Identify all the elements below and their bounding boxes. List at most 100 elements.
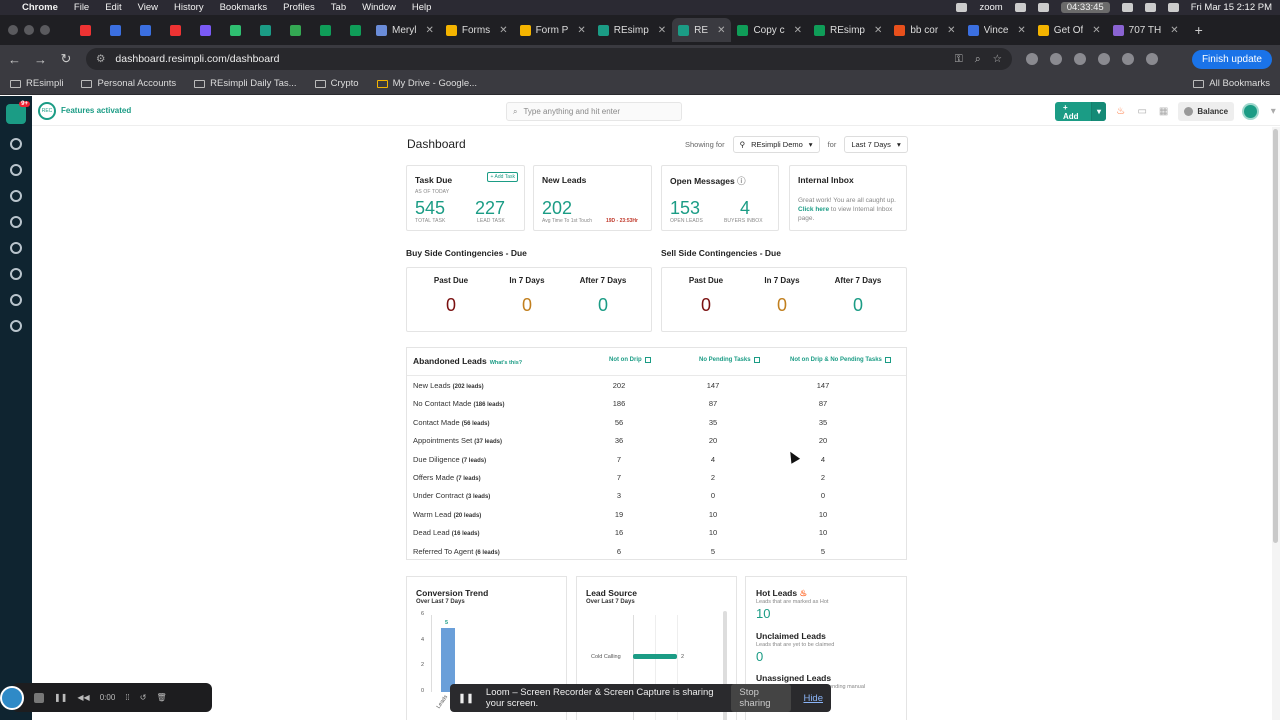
- info-icon[interactable]: ⓘ: [737, 176, 746, 186]
- column-not-on-drip[interactable]: Not on Drip: [609, 357, 651, 363]
- pinned-tab[interactable]: [220, 19, 250, 41]
- pinned-tab[interactable]: [130, 19, 160, 41]
- browser-tab[interactable]: bb cor ✕: [888, 18, 961, 42]
- global-search-input[interactable]: ⌕ Type anything and hit enter: [506, 102, 682, 121]
- reload-button[interactable]: ↻: [60, 51, 72, 67]
- cell-value[interactable]: 2: [803, 473, 843, 482]
- bookmark-resimpli[interactable]: REsimpli: [10, 78, 63, 89]
- hot-leads-value[interactable]: 10: [756, 606, 770, 621]
- url-text[interactable]: dashboard.resimpli.com/dashboard: [115, 53, 279, 65]
- extension-icon[interactable]: [1014, 3, 1026, 12]
- pinned-tab[interactable]: [280, 19, 310, 41]
- close-tab-icon[interactable]: ✕: [794, 25, 802, 36]
- click-here-link[interactable]: Click here: [798, 206, 829, 213]
- minimize-window-icon[interactable]: [24, 25, 34, 35]
- back-button[interactable]: ←: [8, 52, 21, 67]
- close-tab-icon[interactable]: ✕: [658, 25, 666, 36]
- menu-profiles[interactable]: Profiles: [283, 2, 315, 13]
- money-nav-icon[interactable]: [10, 320, 22, 332]
- close-tab-icon[interactable]: ✕: [1170, 25, 1178, 36]
- sidebar-icon[interactable]: [1122, 53, 1134, 65]
- control-center-icon[interactable]: [1167, 3, 1179, 12]
- marketing-nav-icon[interactable]: [10, 164, 22, 176]
- browser-tab[interactable]: Form P ✕: [514, 18, 592, 42]
- date-range-select[interactable]: Last 7 Days ▾: [844, 136, 908, 153]
- finish-update-button[interactable]: Finish update: [1191, 49, 1272, 69]
- open-messages-card[interactable]: Open Messages ⓘ 153 OPEN LEADS 4 BUYERS …: [661, 165, 779, 231]
- close-tab-icon[interactable]: ✕: [1092, 25, 1100, 36]
- cell-value[interactable]: 4: [693, 455, 733, 464]
- user-avatar[interactable]: [1242, 103, 1259, 120]
- buy-after-7-days[interactable]: After 7 Days 0: [563, 276, 643, 316]
- close-tab-icon[interactable]: ✕: [1017, 25, 1025, 36]
- cell-value[interactable]: 19: [599, 510, 639, 519]
- features-badge-icon[interactable]: REC: [38, 101, 56, 120]
- cell-value[interactable]: 10: [693, 510, 733, 519]
- trash-icon[interactable]: 🗑: [156, 693, 166, 702]
- account-select[interactable]: ⚲ REsimpli Demo ▾: [732, 136, 820, 153]
- cell-value[interactable]: 87: [693, 399, 733, 408]
- table-row[interactable]: Offers Made (7 leads) 7 2 2: [407, 469, 908, 487]
- battery-icon[interactable]: [1144, 3, 1156, 12]
- table-row[interactable]: Under Contract (3 leads) 3 0 0: [407, 487, 908, 505]
- menu-view[interactable]: View: [138, 2, 158, 13]
- cell-value[interactable]: 0: [803, 491, 843, 500]
- pinned-tab[interactable]: [190, 19, 220, 41]
- lead-source-bar-cold-calling[interactable]: [633, 654, 677, 659]
- menu-bookmarks[interactable]: Bookmarks: [220, 2, 268, 13]
- table-row[interactable]: No Contact Made (186 leads) 186 87 87: [407, 395, 908, 413]
- balance-button[interactable]: Balance: [1178, 102, 1235, 121]
- close-tab-icon[interactable]: ✕: [874, 25, 882, 36]
- close-tab-icon[interactable]: ✕: [499, 25, 507, 36]
- pinned-tab[interactable]: [70, 19, 100, 41]
- cell-value[interactable]: 0: [693, 491, 733, 500]
- unclaimed-leads-value[interactable]: 0: [756, 649, 763, 664]
- pinned-tab[interactable]: [160, 19, 190, 41]
- cell-value[interactable]: 147: [803, 381, 843, 390]
- bookmark-star-icon[interactable]: ☆: [993, 53, 1002, 66]
- all-bookmarks[interactable]: All Bookmarks: [1193, 78, 1270, 89]
- home-nav-icon[interactable]: [10, 216, 22, 228]
- sell-after-7-days[interactable]: After 7 Days 0: [818, 276, 898, 316]
- menu-tab[interactable]: Tab: [331, 2, 346, 13]
- open-leads-value[interactable]: 153: [670, 199, 700, 217]
- cell-value[interactable]: 2: [693, 473, 733, 482]
- table-row[interactable]: Dead Lead (16 leads) 16 10 10: [407, 524, 908, 542]
- sell-past-due[interactable]: Past Due 0: [666, 276, 746, 316]
- close-tab-icon[interactable]: ✕: [717, 25, 725, 36]
- clock[interactable]: Fri Mar 15 2:12 PM: [1191, 2, 1272, 13]
- table-row[interactable]: Due Diligence (7 leads) 7 4 4: [407, 451, 908, 469]
- pinned-tab[interactable]: [340, 19, 370, 41]
- cell-value[interactable]: 7: [599, 473, 639, 482]
- password-key-icon[interactable]: ⚿: [955, 53, 963, 66]
- table-row[interactable]: Referred To Agent (6 leads) 6 5 5: [407, 543, 908, 561]
- cell-value[interactable]: 36: [599, 436, 639, 445]
- leads-nav-icon[interactable]: [10, 190, 22, 202]
- add-button[interactable]: + Add ▾: [1055, 102, 1107, 121]
- column-no-pending-tasks[interactable]: No Pending Tasks: [699, 357, 760, 363]
- new-leads-value[interactable]: 202: [542, 199, 572, 217]
- zoom-status[interactable]: zoom: [979, 2, 1002, 13]
- cell-value[interactable]: 87: [803, 399, 843, 408]
- cell-value[interactable]: 147: [693, 381, 733, 390]
- loom-camera-bubble[interactable]: [0, 685, 24, 710]
- tasks-nav-icon[interactable]: [10, 242, 22, 254]
- rewind-icon[interactable]: ◀◀: [77, 693, 89, 702]
- browser-tab[interactable]: Vince ✕: [962, 18, 1032, 42]
- menu-edit[interactable]: Edit: [105, 2, 121, 13]
- bookmark-my-drive[interactable]: My Drive - Google...: [376, 78, 477, 89]
- pinned-tab[interactable]: [310, 19, 340, 41]
- cell-value[interactable]: 4: [803, 455, 843, 464]
- close-tab-icon[interactable]: ✕: [577, 25, 585, 36]
- cell-value[interactable]: 16: [599, 528, 639, 537]
- fire-icon[interactable]: ♨: [1114, 105, 1127, 119]
- buy-past-due[interactable]: Past Due 0: [411, 276, 491, 316]
- hot-leads-title[interactable]: Hot Leads ♨: [756, 588, 807, 599]
- pause-icon[interactable]: ❚❚: [54, 693, 67, 702]
- cell-value[interactable]: 202: [599, 381, 639, 390]
- extension-icon[interactable]: [1050, 53, 1062, 65]
- cell-value[interactable]: 20: [803, 436, 843, 445]
- tab-active[interactable]: RE ✕: [672, 18, 732, 42]
- browser-tab[interactable]: Meryl ✕: [370, 18, 440, 42]
- task-due-card[interactable]: Task Due + Add Task AS OF TODAY 545 TOTA…: [406, 165, 525, 231]
